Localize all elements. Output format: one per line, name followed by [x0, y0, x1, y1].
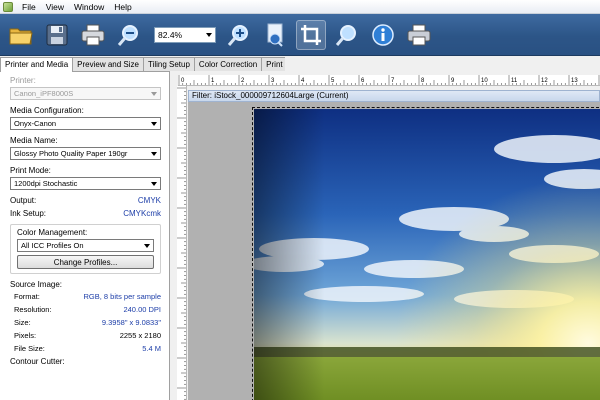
ruler-label: 12 — [541, 78, 548, 84]
menu-bar: File View Window Help — [0, 0, 600, 14]
tab-print[interactable]: Print — [261, 57, 288, 71]
printer-settings-icon[interactable] — [404, 20, 434, 50]
color-management-select[interactable]: All ICC Profiles On — [17, 239, 154, 252]
format-label: Format: — [14, 292, 40, 301]
tab-tiling-setup[interactable]: Tiling Setup — [142, 57, 195, 71]
print-icon[interactable] — [78, 20, 108, 50]
tab-preview-and-size[interactable]: Preview and Size — [72, 57, 144, 71]
color-management-label: Color Management: — [17, 228, 88, 237]
app-icon — [3, 1, 13, 12]
output-value: CMYK — [137, 196, 161, 205]
chevron-down-icon — [151, 121, 157, 126]
ruler-label: 7 — [391, 78, 395, 84]
menu-window[interactable]: Window — [69, 0, 109, 14]
output-label: Output: — [10, 196, 37, 205]
color-management-group: Color Management: All ICC Profiles On Ch… — [10, 224, 161, 274]
menu-view[interactable]: View — [41, 0, 69, 14]
printer-select: Canon_iPF8000S — [10, 87, 161, 100]
color-management-value: All ICC Profiles On — [21, 241, 84, 250]
ruler-label: 6 — [361, 78, 365, 84]
output-row: Output: CMYK — [10, 196, 161, 205]
zoom-out-icon[interactable] — [114, 20, 144, 50]
preview-image[interactable] — [254, 109, 600, 400]
media-config-label: Media Configuration: — [10, 106, 84, 115]
chevron-down-icon — [151, 181, 157, 186]
vertical-ruler — [177, 86, 187, 400]
tab-strip-filler — [285, 57, 600, 71]
ruler-label: 13 — [571, 78, 578, 84]
ruler-label: 5 — [331, 78, 335, 84]
pixels-label: Pixels: — [14, 331, 37, 340]
chevron-down-icon — [151, 151, 157, 156]
resolution-label: Resolution: — [14, 305, 52, 314]
tab-printer-and-media[interactable]: Printer and Media — [0, 57, 74, 72]
size-value: 9.3958" x 9.0833" — [101, 318, 161, 327]
media-name-value: Glossy Photo Quality Paper 190gr — [14, 149, 128, 158]
pixels-row: Pixels: 2255 x 2180 — [10, 331, 161, 340]
ruler-label: 8 — [421, 78, 425, 84]
file-size-value: 5.4 M — [142, 344, 161, 353]
ruler-label: 10 — [481, 78, 488, 84]
chevron-down-icon — [206, 32, 212, 37]
zoom-level-select[interactable]: 82.4% — [154, 26, 216, 43]
pixels-value: 2255 x 2180 — [119, 331, 161, 340]
horizontal-ruler: 0 1 2 3 4 5 6 7 8 9 10 11 12 13 — [178, 75, 600, 86]
media-config-value: Onyx-Canon — [14, 119, 57, 128]
toolbar: 82.4% — [0, 14, 600, 56]
info-icon[interactable] — [368, 20, 398, 50]
resolution-row: Resolution: 240.00 DPI — [10, 305, 161, 314]
file-size-row: File Size: 5.4 M — [10, 344, 161, 353]
ink-setup-label: Ink Setup: — [10, 209, 47, 218]
change-profiles-button[interactable]: Change Profiles... — [17, 255, 154, 269]
print-page — [252, 107, 600, 400]
filter-title-bar: Filter: iStock_000009712604Large (Curren… — [188, 90, 600, 102]
save-icon[interactable] — [42, 20, 72, 50]
size-row: Size: 9.3958" x 9.0833" — [10, 318, 161, 327]
ruler-label: 1 — [211, 78, 215, 84]
preview-canvas[interactable] — [188, 102, 600, 400]
zoom-fit-icon[interactable] — [332, 20, 362, 50]
ruler-label: 3 — [271, 78, 275, 84]
print-mode-select[interactable]: 1200dpi Stochastic — [10, 177, 161, 190]
menu-help[interactable]: Help — [109, 0, 136, 14]
page-preview-icon[interactable] — [260, 20, 290, 50]
print-mode-label: Print Mode: — [10, 166, 51, 175]
tab-color-correction[interactable]: Color Correction — [193, 57, 263, 71]
ruler-label: 0 — [181, 78, 185, 84]
contour-cutter-label: Contour Cutter: — [10, 357, 65, 366]
print-mode-value: 1200dpi Stochastic — [14, 179, 78, 188]
file-size-label: File Size: — [14, 344, 45, 353]
size-label: Size: — [14, 318, 31, 327]
horizontal-ruler-ticks: 0 1 2 3 4 5 6 7 8 9 10 11 12 13 — [178, 75, 600, 85]
ruler-label: 4 — [301, 78, 305, 84]
zoom-in-icon[interactable] — [224, 20, 254, 50]
vertical-ruler-ticks — [177, 87, 186, 400]
tab-strip: Printer and Media Preview and Size Tilin… — [0, 57, 288, 72]
ruler-label: 2 — [241, 78, 245, 84]
printer-label: Printer: — [10, 76, 36, 85]
media-name-label: Media Name: — [10, 136, 58, 145]
media-config-select[interactable]: Onyx-Canon — [10, 117, 161, 130]
format-value: RGB, 8 bits per sample — [83, 292, 161, 301]
ink-setup-row: Ink Setup: CMYKcmk — [10, 209, 161, 218]
format-row: Format: RGB, 8 bits per sample — [10, 292, 161, 301]
chevron-down-icon — [151, 91, 157, 96]
open-folder-icon[interactable] — [6, 20, 36, 50]
ruler-label: 9 — [451, 78, 455, 84]
resolution-value: 240.00 DPI — [123, 305, 161, 314]
crop-icon[interactable] — [296, 19, 326, 50]
printer-media-panel: Printer: Canon_iPF8000S Media Configurat… — [0, 71, 170, 400]
menu-file[interactable]: File — [17, 0, 41, 14]
ruler-label: 11 — [511, 78, 518, 84]
chevron-down-icon — [144, 243, 150, 248]
printer-select-value: Canon_iPF8000S — [14, 89, 74, 98]
media-name-select[interactable]: Glossy Photo Quality Paper 190gr — [10, 147, 161, 160]
ink-setup-value: CMYKcmk — [123, 209, 161, 218]
source-image-label: Source Image: — [10, 280, 63, 289]
zoom-level-value: 82.4% — [158, 29, 183, 40]
